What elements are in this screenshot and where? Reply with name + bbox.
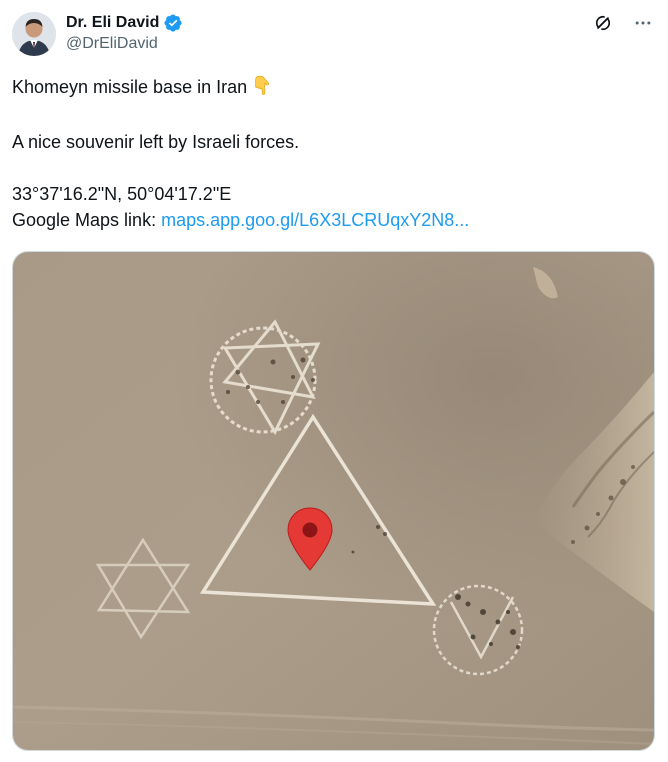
grok-icon[interactable]: [592, 12, 614, 34]
maps-label: Google Maps link:: [12, 210, 162, 230]
tweet-line-1: Khomeyn missile base in Iran: [12, 74, 652, 103]
satellite-image: [13, 252, 654, 750]
tweet-coordinates: 33°37'16.2"N, 50°04'17.2"E: [12, 184, 232, 204]
tweet-card: Dr. Eli David @DrEliDavid Khomeyn missil…: [0, 0, 668, 762]
display-name[interactable]: Dr. Eli David: [66, 14, 159, 32]
handle[interactable]: @DrEliDavid: [66, 35, 183, 53]
avatar[interactable]: [12, 12, 56, 56]
tweet-line-2: A nice souvenir left by Israeli forces.: [12, 132, 300, 152]
top-actions: [592, 12, 654, 34]
author-block: Dr. Eli David @DrEliDavid: [66, 12, 183, 53]
maps-link[interactable]: maps.app.goo.gl/L6X3LCRUqxY2N8...: [161, 210, 469, 230]
tweet-line-1-text: Khomeyn missile base in Iran: [12, 77, 248, 97]
tweet-image[interactable]: [12, 251, 655, 751]
more-icon[interactable]: [632, 12, 654, 34]
pointing-down-emoji-icon: [251, 74, 273, 103]
verified-badge-icon: [163, 13, 183, 33]
name-row: Dr. Eli David: [66, 12, 183, 34]
tweet-maps-line: Google Maps link: maps.app.goo.gl/L6X3LC…: [12, 207, 652, 233]
tweet-text: Khomeyn missile base in Iran A nice souv…: [12, 74, 652, 233]
